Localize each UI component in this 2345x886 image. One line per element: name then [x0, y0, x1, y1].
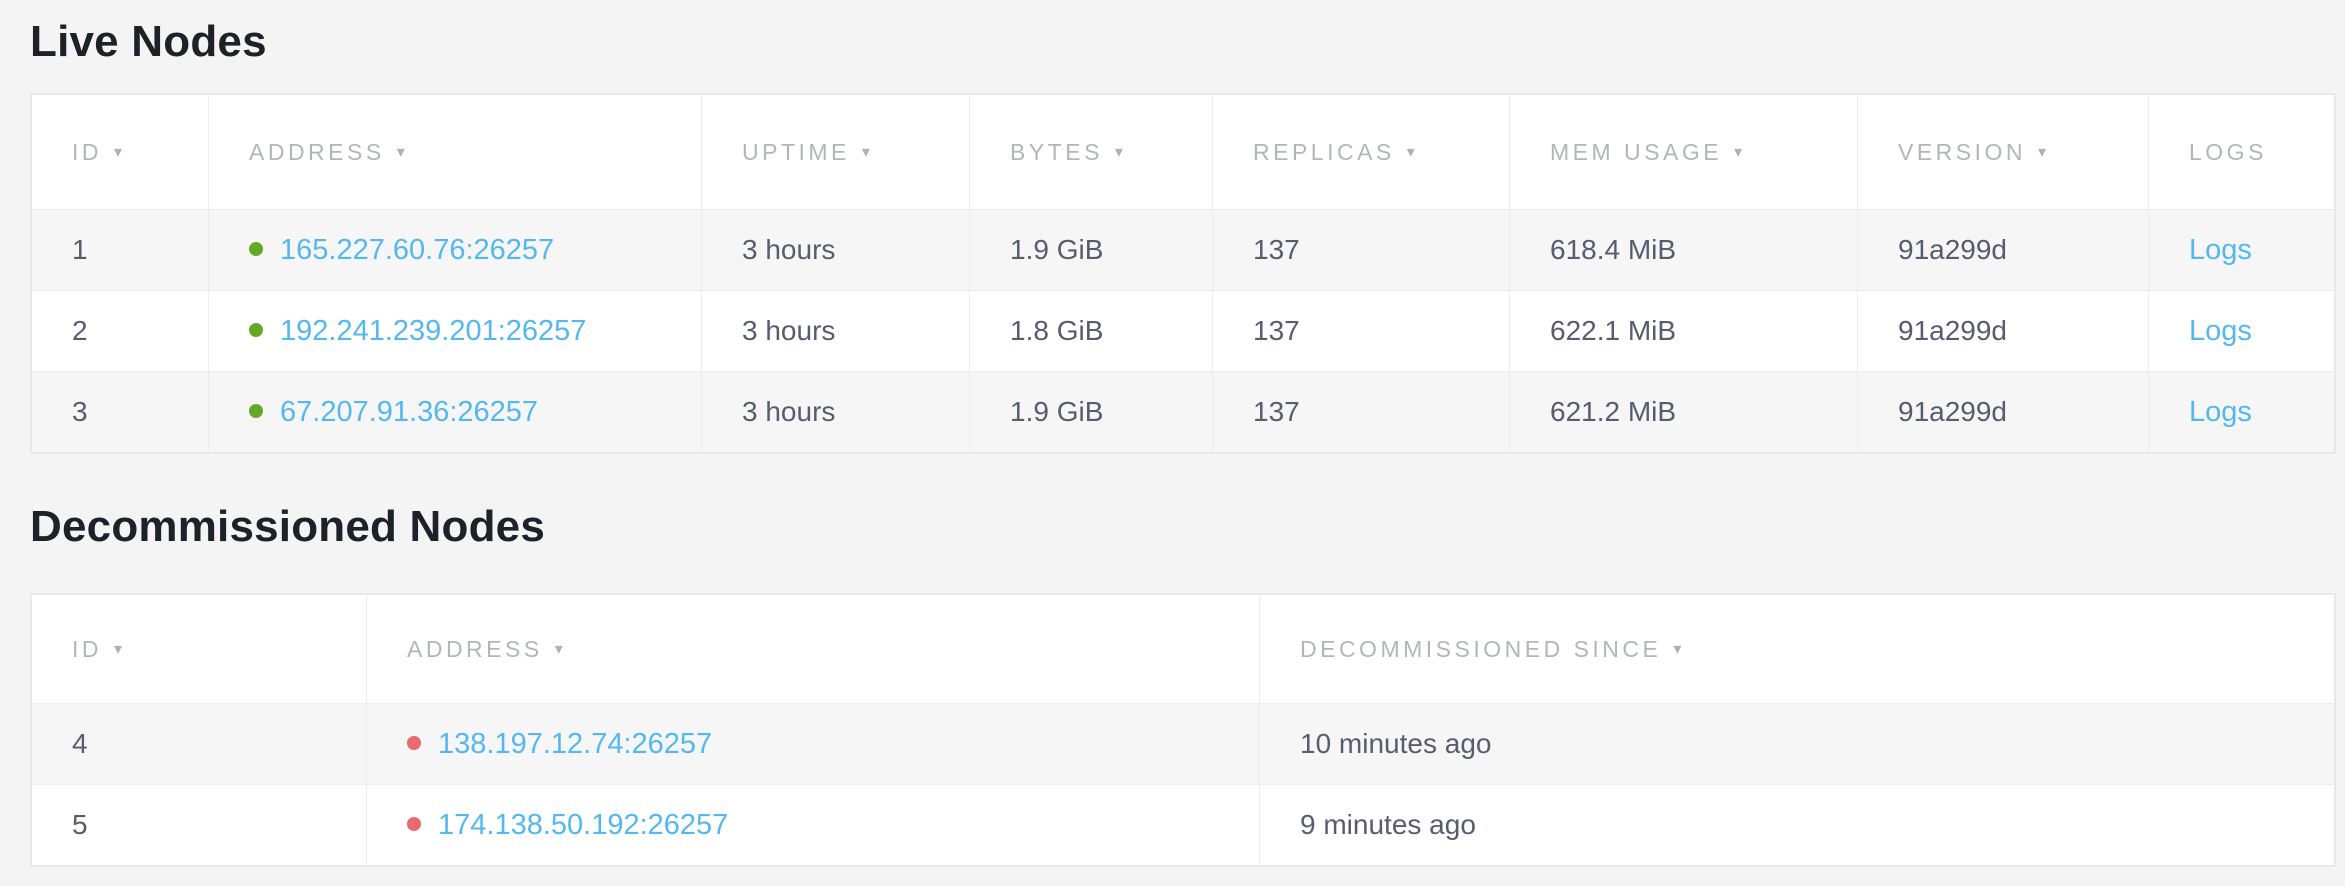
live-nodes-header-row: ID ▾ ADDRESS ▾ UPTIME ▾ BYTES ▾ REPLICAS ▾ ME…: [32, 95, 2334, 210]
column-header-label: DECOMMISSIONED SINCE: [1300, 636, 1661, 662]
decommissioned-status-dot-icon: [407, 736, 421, 750]
live-status-dot-icon: [249, 242, 263, 256]
node-mem-usage-cell: 621.2 MiB: [1510, 371, 1858, 452]
node-id-cell: 2: [32, 290, 209, 371]
node-logs-link[interactable]: Logs: [2189, 234, 2252, 266]
sort-arrow-icon: ▾: [555, 641, 563, 658]
node-address-cell: 138.197.12.74:26257: [367, 704, 1260, 784]
column-header-label: ID: [72, 139, 102, 165]
column-header-address[interactable]: ADDRESS ▾: [367, 595, 1260, 704]
node-address-cell: 192.241.239.201:26257: [209, 290, 702, 371]
node-address-link[interactable]: 192.241.239.201:26257: [280, 315, 586, 347]
node-address-link[interactable]: 165.227.60.76:26257: [280, 234, 554, 266]
node-replicas-cell: 137: [1213, 210, 1510, 290]
node-address-cell: 165.227.60.76:26257: [209, 210, 702, 290]
column-header-label: ADDRESS: [407, 636, 543, 662]
sort-arrow-icon: ▾: [2038, 144, 2046, 161]
live-status-dot-icon: [249, 404, 263, 418]
decommissioned-header-row: ID ▾ ADDRESS ▾ DECOMMISSIONED SINCE ▾: [32, 595, 2334, 704]
decommissioned-since-cell: 9 minutes ago: [1260, 784, 2334, 865]
live-status-dot-icon: [249, 323, 263, 337]
node-uptime-cell: 3 hours: [702, 290, 970, 371]
sort-arrow-icon: ▾: [862, 144, 870, 161]
column-header-label: UPTIME: [742, 139, 850, 165]
column-header-mem-usage[interactable]: MEM USAGE ▾: [1510, 95, 1858, 210]
node-logs-cell: Logs: [2149, 290, 2334, 371]
node-logs-link[interactable]: Logs: [2189, 315, 2252, 347]
node-logs-link[interactable]: Logs: [2189, 396, 2252, 428]
node-uptime-cell: 3 hours: [702, 371, 970, 452]
node-id-cell: 4: [32, 704, 367, 784]
sort-arrow-icon: ▾: [1407, 144, 1415, 161]
column-header-bytes[interactable]: BYTES ▾: [970, 95, 1213, 210]
node-uptime-cell: 3 hours: [702, 210, 970, 290]
node-address-cell: 67.207.91.36:26257: [209, 371, 702, 452]
node-mem-usage-cell: 622.1 MiB: [1510, 290, 1858, 371]
sort-arrow-icon: ▾: [1673, 641, 1681, 658]
column-header-logs: LOGS: [2149, 95, 2334, 210]
live-nodes-title: Live Nodes: [30, 14, 2332, 70]
column-header-decommissioned-since[interactable]: DECOMMISSIONED SINCE ▾: [1260, 595, 2334, 704]
node-version-cell: 91a299d: [1858, 210, 2149, 290]
node-bytes-cell: 1.8 GiB: [970, 290, 1213, 371]
decommissioned-nodes-title: Decommissioned Nodes: [30, 499, 2332, 555]
table-row: 4 138.197.12.74:26257 10 minutes ago: [32, 704, 2334, 784]
node-bytes-cell: 1.9 GiB: [970, 210, 1213, 290]
column-header-id[interactable]: ID ▾: [32, 95, 209, 210]
node-mem-usage-cell: 618.4 MiB: [1510, 210, 1858, 290]
node-address-link[interactable]: 67.207.91.36:26257: [280, 396, 538, 428]
column-header-version[interactable]: VERSION ▾: [1858, 95, 2149, 210]
sort-arrow-icon: ▾: [1115, 144, 1123, 161]
column-header-uptime[interactable]: UPTIME ▾: [702, 95, 970, 210]
node-logs-cell: Logs: [2149, 371, 2334, 452]
table-row: 5 174.138.50.192:26257 9 minutes ago: [32, 784, 2334, 865]
decommissioned-since-cell: 10 minutes ago: [1260, 704, 2334, 784]
sort-arrow-icon: ▾: [114, 641, 122, 658]
node-id-cell: 1: [32, 210, 209, 290]
node-version-cell: 91a299d: [1858, 371, 2149, 452]
node-bytes-cell: 1.9 GiB: [970, 371, 1213, 452]
nodes-page: Live Nodes ID ▾ ADDRESS ▾ UPTIME ▾ BYTES ▾: [0, 0, 2345, 867]
node-address-link[interactable]: 138.197.12.74:26257: [438, 728, 712, 760]
sort-arrow-icon: ▾: [114, 144, 122, 161]
column-header-label: VERSION: [1898, 139, 2026, 165]
live-nodes-table: ID ▾ ADDRESS ▾ UPTIME ▾ BYTES ▾ REPLICAS ▾ ME…: [30, 93, 2336, 454]
column-header-label: LOGS: [2189, 139, 2267, 165]
column-header-label: REPLICAS: [1253, 139, 1395, 165]
node-version-cell: 91a299d: [1858, 290, 2149, 371]
node-address-cell: 174.138.50.192:26257: [367, 784, 1260, 865]
column-header-label: ADDRESS: [249, 139, 385, 165]
node-replicas-cell: 137: [1213, 290, 1510, 371]
node-id-cell: 5: [32, 784, 367, 865]
column-header-label: BYTES: [1010, 139, 1103, 165]
column-header-label: ID: [72, 636, 102, 662]
sort-arrow-icon: ▾: [397, 144, 405, 161]
sort-arrow-icon: ▾: [1734, 144, 1742, 161]
decommissioned-nodes-table: ID ▾ ADDRESS ▾ DECOMMISSIONED SINCE ▾ 4 138…: [30, 593, 2336, 867]
column-header-label: MEM USAGE: [1550, 139, 1722, 165]
column-header-replicas[interactable]: REPLICAS ▾: [1213, 95, 1510, 210]
column-header-address[interactable]: ADDRESS ▾: [209, 95, 702, 210]
table-row: 3 67.207.91.36:26257 3 hours 1.9 GiB 137…: [32, 371, 2334, 452]
decommissioned-status-dot-icon: [407, 817, 421, 831]
node-address-link[interactable]: 174.138.50.192:26257: [438, 809, 728, 841]
node-id-cell: 3: [32, 371, 209, 452]
node-logs-cell: Logs: [2149, 210, 2334, 290]
node-replicas-cell: 137: [1213, 371, 1510, 452]
column-header-id[interactable]: ID ▾: [32, 595, 367, 704]
table-row: 1 165.227.60.76:26257 3 hours 1.9 GiB 13…: [32, 210, 2334, 290]
table-row: 2 192.241.239.201:26257 3 hours 1.8 GiB …: [32, 290, 2334, 371]
